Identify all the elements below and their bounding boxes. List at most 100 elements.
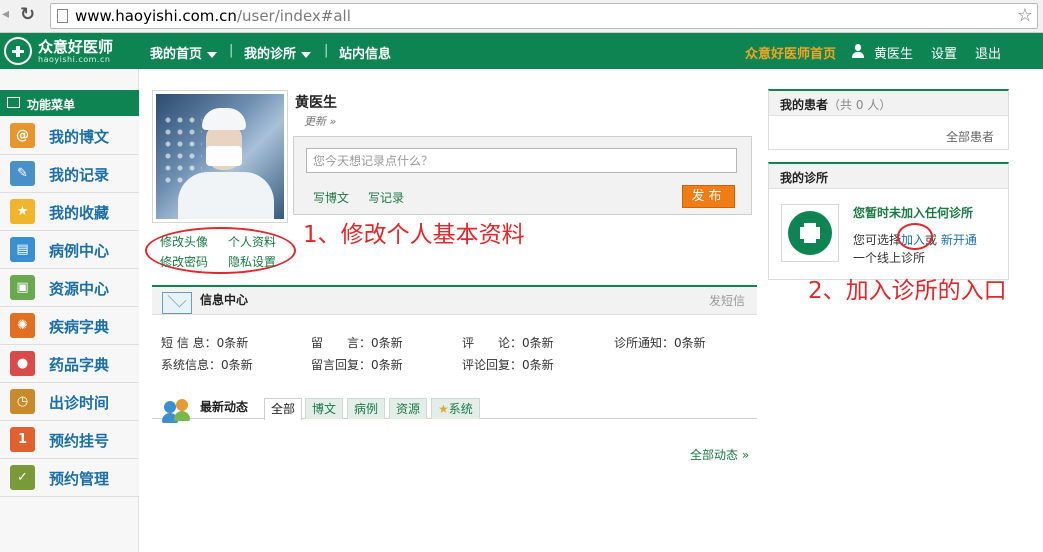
sidebar-item[interactable]: ✺ 疾病字典 — [0, 307, 139, 345]
chevron-down-icon — [207, 51, 218, 58]
doctor-name: 黄医生 — [295, 95, 337, 111]
clinic-status: 您暂时未加入任何诊所 — [853, 206, 974, 220]
logo-text[interactable]: 众意好医师 — [38, 36, 113, 57]
send-message-link[interactable]: 发短信 — [709, 292, 745, 309]
stat-review-replies[interactable]: 评论回复：0条新 — [462, 356, 554, 373]
personal-info-link[interactable]: 个人资料 — [228, 233, 276, 250]
url-path: /user/index#all — [236, 7, 351, 25]
sidebar-item[interactable]: 1 预约挂号 — [0, 421, 139, 459]
logout-link[interactable]: 退出 — [975, 43, 1001, 62]
check-clock-icon: ✓ — [10, 465, 35, 490]
sidebar-item[interactable]: ★ 我的收藏 — [0, 193, 139, 231]
avatar-image — [156, 94, 284, 219]
nav-separator: | — [229, 43, 234, 58]
stat-comments-left[interactable]: 留 言：0条新 — [311, 334, 403, 351]
bookmark-star-icon[interactable]: ☆ — [1017, 5, 1033, 26]
stat-clinic-notices[interactable]: 诊所通知：0条新 — [614, 334, 706, 351]
at-icon: @ — [10, 123, 35, 148]
reload-icon[interactable]: ↻ — [20, 4, 40, 26]
patients-title: 我的患者 — [780, 98, 829, 112]
write-record-link[interactable]: 写记录 — [368, 189, 404, 206]
post-input[interactable] — [306, 148, 737, 173]
sidebar-item[interactable]: ● 药品字典 — [0, 345, 139, 383]
sidebar-item-label: 出诊时间 — [49, 394, 110, 412]
info-center-title: 信息中心 — [200, 293, 249, 307]
sidebar-item[interactable]: ▣ 资源中心 — [0, 269, 139, 307]
sidebar-item[interactable]: ✎ 我的记录 — [0, 155, 139, 193]
privacy-settings-link[interactable]: 隐私设置 — [228, 253, 276, 270]
nav-my-home-label: 我的首页 — [150, 47, 203, 62]
activity-header: 最新动态 全部 博文 病例 资源 ★系统 — [152, 395, 757, 423]
site-home-link[interactable]: 众意好医师首页 — [745, 43, 836, 62]
top-navigation: 众意好医师 haoyishi.com.cn 我的首页 | 我的诊所 | 站内信息… — [0, 33, 1043, 69]
all-patients-link[interactable]: 全部患者 — [946, 128, 994, 145]
nav-my-home[interactable]: 我的首页 — [150, 43, 218, 62]
sidebar-item-label: 我的博文 — [49, 128, 110, 146]
patients-panel: 我的患者（共 0 人） 全部患者 — [768, 89, 1009, 150]
clinic-panel: 我的诊所 您暂时未加入任何诊所 您可选择加入或 新开通 一个线上诊所 — [768, 162, 1009, 280]
nav-separator: | — [324, 43, 329, 58]
tab-all[interactable]: 全部 — [264, 398, 303, 420]
sidebar-item-label: 我的收藏 — [49, 204, 110, 222]
settings-link[interactable]: 设置 — [931, 43, 957, 62]
clinic-header: 我的诊所 — [769, 164, 1008, 189]
change-password-link[interactable]: 修改密码 — [160, 253, 208, 270]
activity-title: 最新动态 — [200, 400, 249, 414]
info-center-header: 信息中心 发短信 — [152, 285, 757, 315]
patients-header: 我的患者（共 0 人） — [769, 91, 1008, 116]
logo-icon[interactable] — [4, 37, 32, 65]
sidebar-item[interactable]: ✓ 预约管理 — [0, 459, 139, 497]
sidebar-item[interactable]: ◷ 出诊时间 — [0, 383, 139, 421]
write-blog-link[interactable]: 写博文 — [313, 189, 349, 206]
tab-resources[interactable]: 资源 — [389, 398, 428, 419]
sidebar-item-label: 预约挂号 — [49, 432, 110, 450]
envelope-icon — [162, 288, 192, 314]
chevron-down-icon — [301, 51, 312, 58]
change-avatar-link[interactable]: 修改头像 — [160, 233, 208, 250]
sidebar-item[interactable]: ▤ 病例中心 — [0, 231, 139, 269]
clock-icon: ◷ — [10, 389, 35, 414]
tab-blog[interactable]: 博文 — [305, 398, 344, 419]
bookmark-icon: ★ — [10, 199, 35, 224]
sidebar-item-label: 资源中心 — [49, 280, 110, 298]
nav-site-messages[interactable]: 站内信息 — [339, 43, 391, 62]
nav-my-clinic[interactable]: 我的诊所 — [244, 43, 312, 62]
virus-icon: ✺ — [10, 313, 35, 338]
sidebar-item[interactable]: @ 我的博文 — [0, 117, 139, 155]
stat-message-replies[interactable]: 留言回复：0条新 — [311, 356, 403, 373]
stat-system-info[interactable]: 系统信息：0条新 — [161, 356, 253, 373]
stat-short-messages[interactable]: 短 信 息：0条新 — [161, 334, 248, 351]
page-icon — [57, 9, 68, 23]
new-clinic-link[interactable]: 新开通 — [941, 233, 977, 247]
user-name-link[interactable]: 黄医生 — [874, 43, 913, 62]
sidebar-item-label: 疾病字典 — [49, 318, 110, 336]
tab-cases[interactable]: 病例 — [347, 398, 386, 419]
clinic-option-prefix: 您可选择 — [853, 233, 902, 247]
back-arrow-icon[interactable]: ◂ — [2, 6, 16, 26]
picture-icon: ▣ — [10, 275, 35, 300]
sidebar-item-label: 药品字典 — [49, 356, 110, 374]
post-composer: 写博文 写记录 发布 — [293, 136, 752, 215]
all-activity-link[interactable]: 全部动态 » — [690, 446, 749, 463]
number-one-icon: 1 — [10, 427, 35, 452]
publish-button[interactable]: 发布 — [682, 185, 735, 208]
address-bar[interactable]: www.haoyishi.com.cn/user/index#all ☆ — [50, 3, 1038, 29]
tab-system-label: 系统 — [448, 402, 473, 416]
notepad-icon: ✎ — [10, 161, 35, 186]
sidebar: 功能菜单 @ 我的博文 ✎ 我的记录 ★ 我的收藏 ▤ 病例中心 ▣ 资源中心 ✺ 疾病字典 ● 药品字典… — [0, 69, 139, 552]
url-host: www.haoyishi.com.cn — [75, 7, 237, 25]
sidebar-header: 功能菜单 — [0, 90, 139, 116]
menu-icon — [7, 97, 20, 108]
user-icon — [851, 44, 865, 59]
sidebar-header-label: 功能菜单 — [27, 98, 76, 112]
tab-system[interactable]: ★系统 — [431, 398, 480, 419]
nav-my-clinic-label: 我的诊所 — [244, 47, 297, 62]
update-link[interactable]: 更新 » — [304, 113, 336, 129]
sidebar-item-label: 病例中心 — [49, 242, 110, 260]
stat-reviews[interactable]: 评 论：0条新 — [462, 334, 554, 351]
patients-count: （共 0 人） — [828, 98, 892, 112]
avatar[interactable] — [152, 90, 288, 223]
clinic-title: 我的诊所 — [780, 171, 829, 185]
browser-toolbar: ◂ ↻ www.haoyishi.com.cn/user/index#all ☆ — [0, 0, 1043, 33]
clinic-line-2: 一个线上诊所 — [853, 251, 926, 265]
